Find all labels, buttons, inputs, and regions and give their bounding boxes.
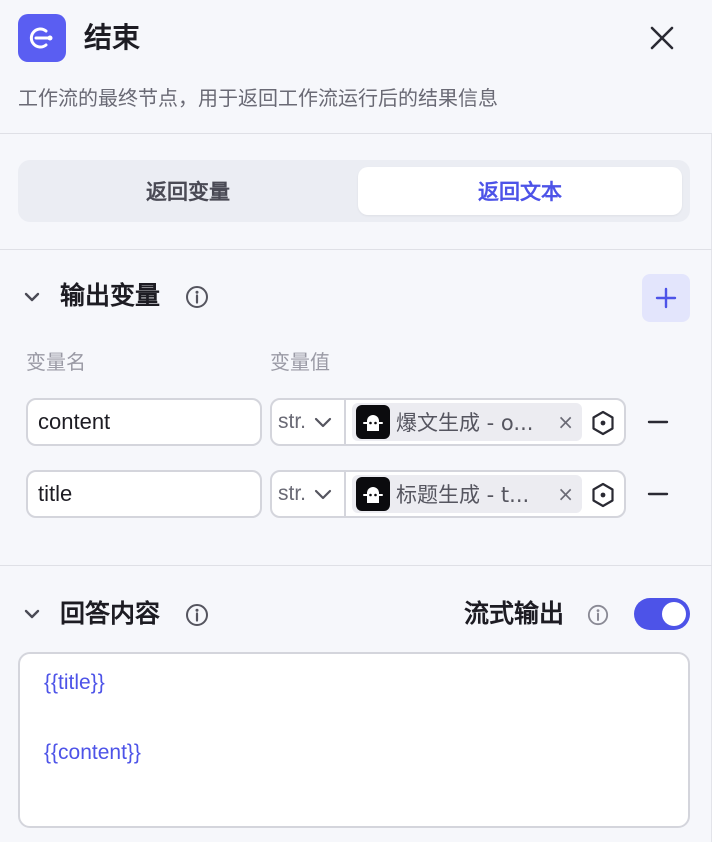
answer-content-editor[interactable]: {{title}} {{content}} xyxy=(18,652,690,828)
chevron-down-icon xyxy=(24,609,40,619)
output-vars-title: 输出变量 xyxy=(60,281,161,310)
column-header-name: 变量名 xyxy=(26,350,86,374)
answer-collapse-toggle[interactable] xyxy=(20,602,44,626)
stream-output-toggle[interactable] xyxy=(634,598,690,630)
variable-hex-icon[interactable] xyxy=(590,410,616,436)
answer-line-title: {{title}} xyxy=(44,671,105,694)
panel-header: 结束 工作流的最终节点，用于返回工作流运行后的结果信息 xyxy=(0,0,712,134)
variable-reference-tag[interactable]: 标题生成 - t... × xyxy=(352,475,582,513)
type-select[interactable]: str. xyxy=(272,400,346,444)
node-title[interactable]: 结束 xyxy=(84,20,140,56)
answer-content-section: 回答内容 流式输出 {{title}} {{content}} xyxy=(0,566,712,842)
type-select-value: str. xyxy=(278,410,307,433)
remove-tag-icon[interactable]: × xyxy=(557,482,574,506)
chevron-down-icon xyxy=(24,292,40,302)
info-icon[interactable] xyxy=(185,285,209,309)
remove-variable-button[interactable] xyxy=(644,480,672,508)
answer-content-title: 回答内容 xyxy=(60,599,161,628)
minus-icon xyxy=(647,492,669,496)
close-button[interactable] xyxy=(646,22,678,54)
tab-return-text[interactable]: 返回文本 xyxy=(358,167,682,215)
variable-value-field: str. 标题生成 - t... × xyxy=(270,470,626,518)
return-mode-section: 返回变量 返回文本 xyxy=(0,134,712,250)
remove-variable-button[interactable] xyxy=(644,408,672,436)
plus-icon xyxy=(655,287,677,309)
end-node-panel: 结束 工作流的最终节点，用于返回工作流运行后的结果信息 返回变量 返回文本 输出… xyxy=(0,0,712,842)
variable-name-input[interactable] xyxy=(26,470,262,518)
bot-avatar-icon xyxy=(356,405,390,439)
type-select[interactable]: str. xyxy=(272,472,346,516)
stream-output-label: 流式输出 xyxy=(464,599,565,628)
close-icon xyxy=(650,26,674,50)
add-variable-button[interactable] xyxy=(642,274,690,322)
bot-avatar-icon xyxy=(356,477,390,511)
info-icon[interactable] xyxy=(587,604,609,626)
reference-label: 爆文生成 - o... xyxy=(396,411,534,435)
end-node-icon xyxy=(18,14,66,62)
caret-down-icon xyxy=(314,489,332,500)
output-variables-section: 输出变量 变量名 变量值 str. xyxy=(0,250,712,566)
node-description: 工作流的最终节点，用于返回工作流运行后的结果信息 xyxy=(18,86,498,110)
output-vars-collapse-toggle[interactable] xyxy=(20,285,44,309)
answer-line-content: {{content}} xyxy=(44,741,141,764)
remove-tag-icon[interactable]: × xyxy=(557,410,574,434)
minus-icon xyxy=(647,420,669,424)
caret-down-icon xyxy=(314,417,332,428)
variable-value-field: str. 爆文生成 - o... × xyxy=(270,398,626,446)
type-select-value: str. xyxy=(278,482,307,505)
variable-reference-tag[interactable]: 爆文生成 - o... × xyxy=(352,403,582,441)
variable-hex-icon[interactable] xyxy=(590,482,616,508)
info-icon[interactable] xyxy=(185,603,209,627)
tab-return-variables[interactable]: 返回变量 xyxy=(26,167,350,215)
variable-name-input[interactable] xyxy=(26,398,262,446)
column-header-value: 变量值 xyxy=(270,350,330,374)
toggle-knob xyxy=(662,602,686,626)
reference-label: 标题生成 - t... xyxy=(396,483,530,507)
return-mode-switch: 返回变量 返回文本 xyxy=(18,160,690,222)
